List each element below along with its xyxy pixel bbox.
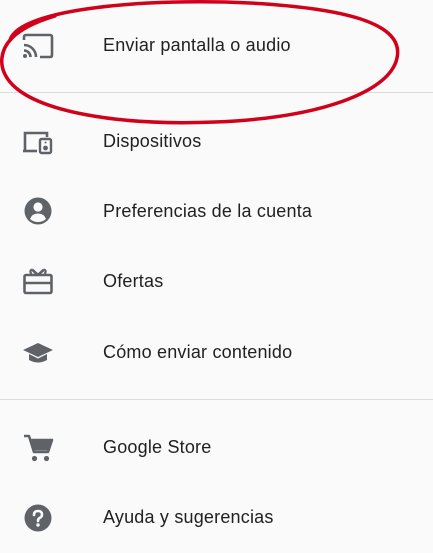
menu-item-label: Enviar pantalla o audio (103, 35, 291, 55)
devices-icon (20, 124, 56, 160)
menu-item-label: Ayuda y sugerencias (103, 507, 274, 527)
menu-item-account-preferences[interactable]: Preferencias de la cuenta (0, 177, 433, 247)
divider (0, 399, 433, 400)
menu-item-google-store[interactable]: Google Store (0, 413, 433, 483)
menu-item-how-to-cast[interactable]: Cómo enviar contenido (0, 318, 433, 388)
offers-gift-card-icon (20, 263, 56, 299)
menu-item-label: Dispositivos (103, 131, 202, 151)
help-icon (20, 500, 56, 536)
menu-item-label: Preferencias de la cuenta (103, 201, 313, 221)
shopping-cart-icon (20, 430, 56, 466)
menu-item-offers[interactable]: Ofertas (0, 247, 433, 317)
menu-item-label: Cómo enviar contenido (103, 342, 293, 362)
menu-item-cast-screen-audio[interactable]: Enviar pantalla o audio (0, 11, 433, 81)
menu-item-label: Ofertas (103, 271, 164, 291)
menu-item-label: Google Store (103, 437, 212, 457)
cast-icon (20, 28, 56, 64)
account-circle-icon (20, 193, 56, 229)
menu-item-help-feedback[interactable]: Ayuda y sugerencias (0, 483, 433, 553)
school-cap-icon (20, 335, 56, 371)
divider (0, 92, 433, 93)
menu-item-devices[interactable]: Dispositivos (0, 107, 433, 177)
